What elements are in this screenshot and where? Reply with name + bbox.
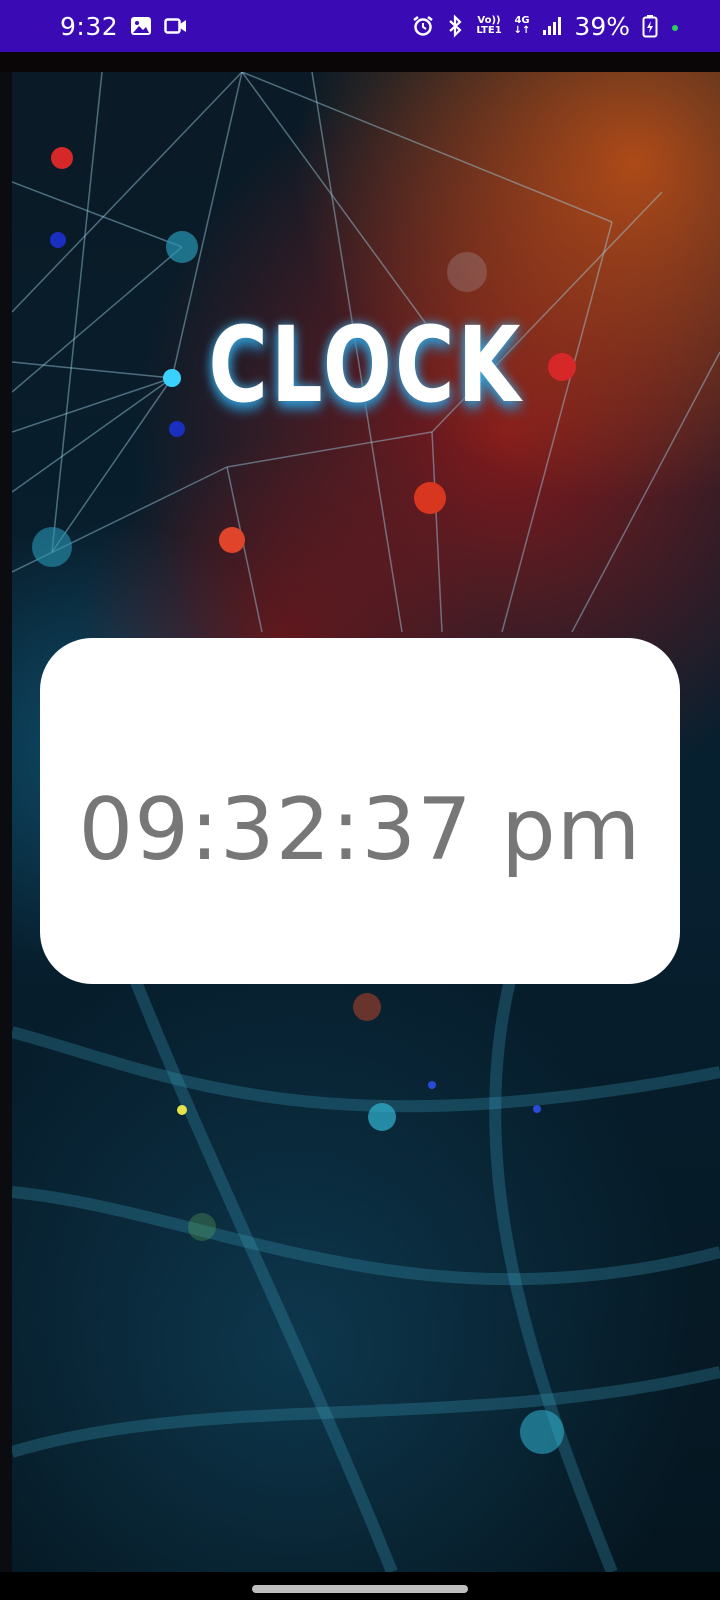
app-top-strip [0,52,720,72]
status-left: 9:32 [60,12,188,41]
mobile-data-indicator: 4G ↓↑ [514,16,531,36]
image-icon [130,16,152,36]
signal-icon [542,16,562,36]
data-arrows-label: ↓↑ [513,25,531,36]
status-time: 9:32 [60,11,119,41]
clock-time-display: 09:32:37 pm [78,780,642,880]
battery-charging-icon [642,14,658,38]
home-gesture-handle[interactable] [252,1585,468,1593]
volte-indicator: Vo)) LTE1 [476,16,501,36]
network-background-image: CLOCK 09:32:37 pm [12,72,720,1572]
alarm-icon [412,15,434,37]
app-title: CLOCK [208,304,524,426]
clock-card: 09:32:37 pm [40,638,680,984]
video-icon [164,17,188,35]
navigation-bar [0,1572,720,1600]
bluetooth-icon [446,14,464,38]
left-edge [0,72,12,1572]
privacy-dot-icon [670,21,680,31]
lte-label: LTE1 [476,25,502,36]
status-bar: 9:32 Vo)) LTE1 4G ↓↑ 39% [0,0,720,52]
status-right: Vo)) LTE1 4G ↓↑ 39% [412,12,680,41]
battery-percentage: 39% [574,11,630,41]
